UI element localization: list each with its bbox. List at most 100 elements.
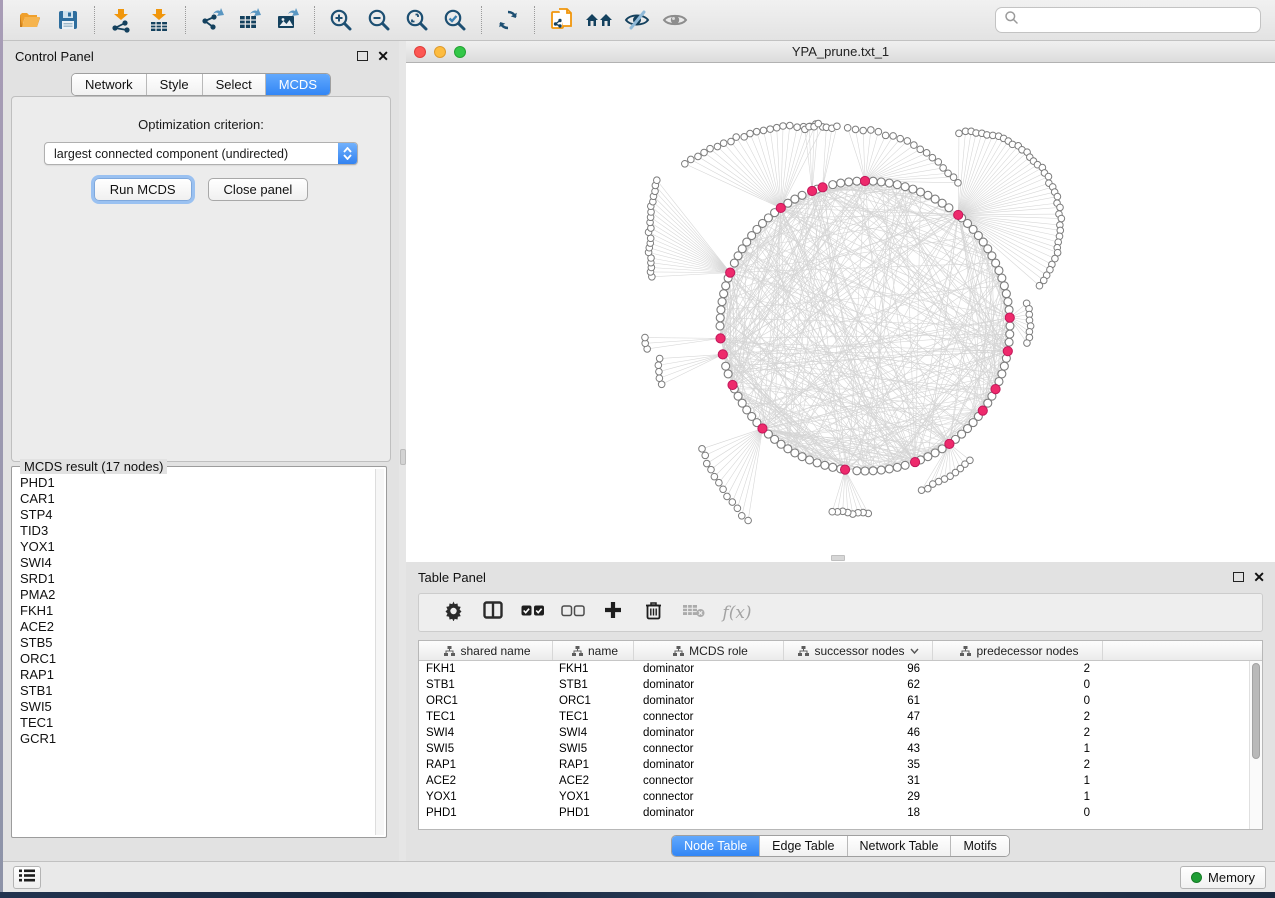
leaf-node[interactable]	[654, 177, 661, 184]
mcds-result-item[interactable]: STB5	[20, 635, 372, 651]
leaf-node[interactable]	[935, 159, 942, 166]
leaf-node[interactable]	[1045, 173, 1052, 180]
network-graph[interactable]	[406, 63, 1275, 562]
network-node[interactable]	[998, 274, 1006, 282]
function-builder-button[interactable]: f(x)	[717, 598, 757, 628]
leaf-node[interactable]	[656, 355, 663, 362]
mcds-result-item[interactable]: CAR1	[20, 491, 372, 507]
table-row-TEC1[interactable]: TEC1TEC1connector472	[419, 709, 1249, 725]
mcds-hub-node[interactable]	[910, 457, 919, 466]
leaf-node[interactable]	[852, 126, 859, 133]
show-all-button[interactable]	[656, 4, 694, 36]
mcds-result-item[interactable]: ORC1	[20, 651, 372, 667]
network-node[interactable]	[806, 456, 814, 464]
network-node[interactable]	[995, 267, 1003, 275]
network-node[interactable]	[885, 465, 893, 473]
mcds-result-item[interactable]: TEC1	[20, 715, 372, 731]
leaf-node[interactable]	[703, 460, 710, 467]
leaf-node[interactable]	[923, 150, 930, 157]
table-row-SWI5[interactable]: SWI5SWI5connector431	[419, 741, 1249, 757]
network-node[interactable]	[716, 322, 724, 330]
leaf-node[interactable]	[682, 160, 689, 167]
scrollbar-thumb[interactable]	[1252, 663, 1260, 759]
network-node[interactable]	[1006, 322, 1014, 330]
leaf-node[interactable]	[734, 505, 741, 512]
mcds-hub-node[interactable]	[860, 176, 869, 185]
table-settings-button[interactable]	[433, 598, 473, 628]
network-node[interactable]	[798, 191, 806, 199]
mcds-result-item[interactable]: SWI4	[20, 555, 372, 571]
hide-selected-button[interactable]	[618, 4, 656, 36]
leaf-node[interactable]	[956, 130, 963, 137]
close-panel-icon[interactable]: ✕	[377, 51, 389, 61]
network-node[interactable]	[853, 177, 861, 185]
optimization-criterion-select[interactable]: largest connected component (undirected)	[44, 142, 358, 165]
network-node[interactable]	[724, 370, 732, 378]
leaf-node[interactable]	[925, 485, 932, 492]
mcds-hub-node[interactable]	[728, 380, 737, 389]
network-node[interactable]	[885, 179, 893, 187]
mcds-hub-node[interactable]	[978, 406, 987, 415]
mcds-hub-node[interactable]	[776, 203, 785, 212]
mcds-result-item[interactable]: RAP1	[20, 667, 372, 683]
mcds-result-scrollbar[interactable]	[375, 469, 384, 835]
leaf-node[interactable]	[716, 479, 723, 486]
mcds-result-item[interactable]: ACE2	[20, 619, 372, 635]
window-minimize-icon[interactable]	[434, 46, 446, 58]
tab-network[interactable]: Network	[72, 74, 147, 95]
network-node[interactable]	[845, 178, 853, 186]
leaf-node[interactable]	[708, 466, 715, 473]
table-row-ORC1[interactable]: ORC1ORC1dominator610	[419, 693, 1249, 709]
network-node[interactable]	[722, 282, 730, 290]
mcds-result-item[interactable]: FKH1	[20, 603, 372, 619]
mcds-hub-node[interactable]	[726, 268, 735, 277]
leaf-node[interactable]	[1054, 193, 1061, 200]
leaf-node[interactable]	[929, 154, 936, 161]
network-node[interactable]	[869, 177, 877, 185]
tab-network-table[interactable]: Network Table	[848, 836, 952, 856]
table-row-RAP1[interactable]: RAP1RAP1dominator352	[419, 757, 1249, 773]
export-network-button[interactable]	[193, 4, 231, 36]
leaf-node[interactable]	[745, 517, 752, 524]
network-node[interactable]	[1005, 306, 1013, 314]
table-row-PHD1[interactable]: PHD1PHD1dominator180	[419, 805, 1249, 821]
mcds-result-item[interactable]: GCR1	[20, 731, 372, 747]
leaf-node[interactable]	[702, 452, 709, 459]
network-node[interactable]	[1006, 330, 1014, 338]
leaf-node[interactable]	[1036, 282, 1043, 289]
network-node[interactable]	[829, 463, 837, 471]
close-panel-button[interactable]: Close panel	[208, 178, 309, 201]
mcds-result-item[interactable]: TID3	[20, 523, 372, 539]
duplicate-network-button[interactable]	[542, 4, 580, 36]
network-node[interactable]	[718, 298, 726, 306]
open-file-button[interactable]	[11, 4, 49, 36]
mcds-result-item[interactable]: STB1	[20, 683, 372, 699]
network-node[interactable]	[720, 290, 728, 298]
leaf-node[interactable]	[780, 123, 787, 130]
zoom-out-button[interactable]	[360, 4, 398, 36]
export-table-button[interactable]	[231, 4, 269, 36]
delete-column-button[interactable]	[633, 598, 673, 628]
mcds-hub-node[interactable]	[991, 385, 1000, 394]
window-close-icon[interactable]	[414, 46, 426, 58]
leaf-node[interactable]	[860, 127, 867, 134]
leaf-node[interactable]	[940, 165, 947, 172]
table-row-FKH1[interactable]: FKH1FKH1dominator962	[419, 661, 1249, 677]
window-zoom-icon[interactable]	[454, 46, 466, 58]
leaf-node[interactable]	[890, 133, 897, 140]
network-node[interactable]	[853, 467, 861, 475]
leaf-node[interactable]	[720, 140, 727, 147]
leaf-node[interactable]	[1058, 215, 1065, 222]
tab-node-table[interactable]: Node Table	[672, 836, 760, 856]
mcds-hub-node[interactable]	[945, 439, 954, 448]
tab-select[interactable]: Select	[203, 74, 266, 95]
tab-motifs[interactable]: Motifs	[951, 836, 1008, 856]
leaf-node[interactable]	[695, 153, 702, 160]
leaf-node[interactable]	[724, 493, 731, 500]
leaf-node[interactable]	[760, 127, 767, 134]
network-node[interactable]	[924, 453, 932, 461]
leaf-node[interactable]	[767, 126, 774, 133]
table-row-YOX1[interactable]: YOX1YOX1connector291	[419, 789, 1249, 805]
zoom-selected-button[interactable]	[436, 4, 474, 36]
leaf-node[interactable]	[815, 120, 822, 127]
